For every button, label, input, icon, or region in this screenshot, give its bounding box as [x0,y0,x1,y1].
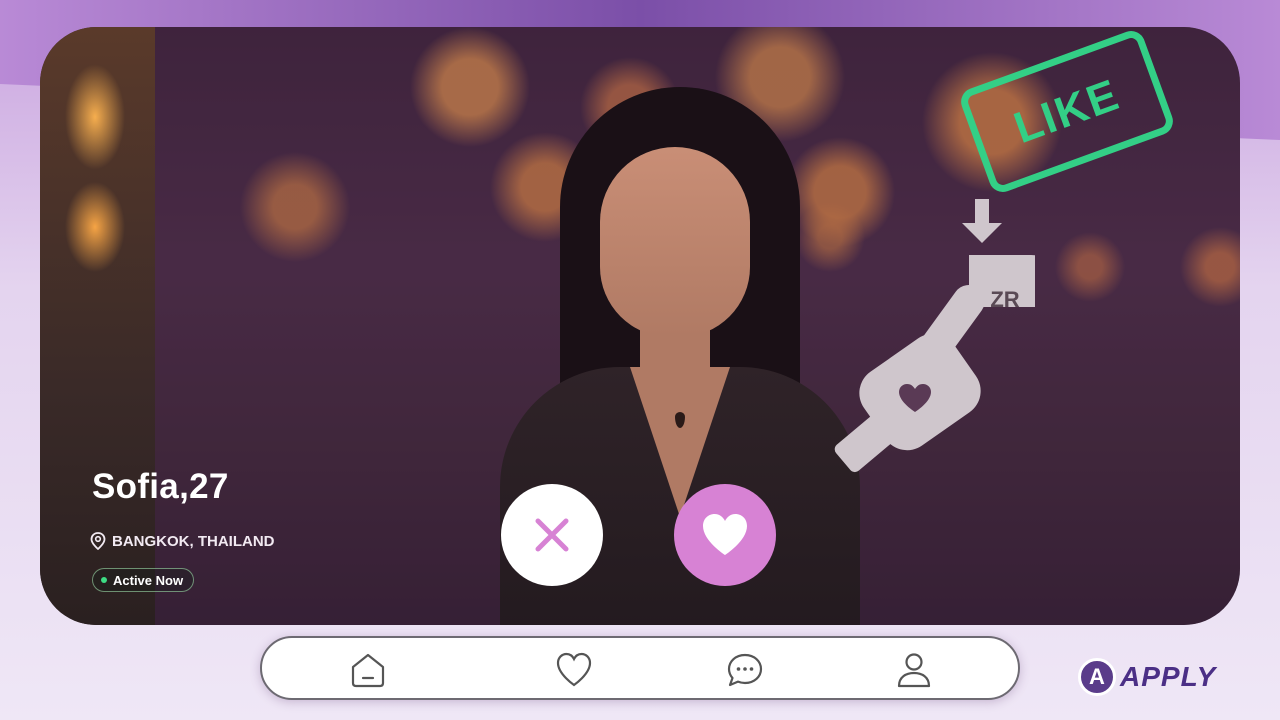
profile-card[interactable]: Sofia,27 BANGKOK, THAILAND Active Now LI… [40,27,1240,625]
nav-likes[interactable] [554,650,594,690]
nav-profile[interactable] [894,650,934,690]
brand-name: APPLY [1120,661,1217,692]
online-dot-icon [101,577,107,583]
like-button[interactable] [674,484,776,586]
brand-logo: A APPLY [1078,658,1216,696]
dislike-button[interactable] [501,484,603,586]
like-stamp-label: LIKE [1007,69,1127,153]
heart-icon [556,652,592,687]
close-icon [535,518,569,552]
face [600,147,750,337]
status-badge: Active Now [92,568,195,592]
swipe-hint-icon [834,199,1035,473]
bottom-navigation [260,636,1020,700]
location-text: BANGKOK, THAILAND [112,532,275,550]
profile-name-age: Sofia,27 [92,467,229,506]
zr-key-label: ZR [990,287,1020,312]
heart-icon [703,514,747,555]
profile-location: BANGKOK, THAILAND [90,532,275,550]
nav-messages[interactable] [725,650,765,690]
status-text: Active Now [113,572,184,588]
nav-home[interactable] [348,650,388,690]
chat-icon [727,653,763,687]
location-pin-icon [90,532,106,550]
home-icon [351,653,385,688]
brand-mark-icon: A [1078,658,1116,696]
profile-icon [897,653,931,688]
